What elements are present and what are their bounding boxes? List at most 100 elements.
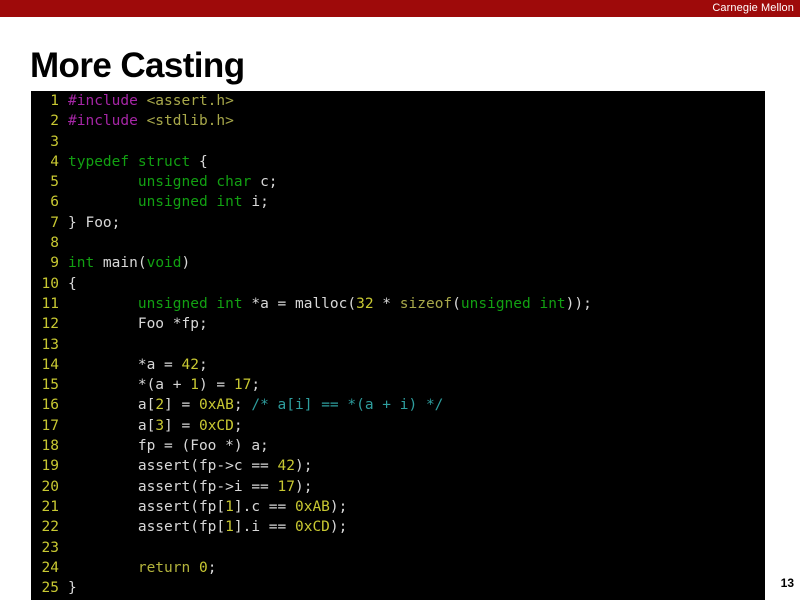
code-line: 15 *(a + 1) = 17; <box>31 375 765 395</box>
code-line: 24 return 0; <box>31 558 765 578</box>
code-token-num: 3 <box>155 417 165 434</box>
code-token-hex: 0xCD <box>198 417 234 434</box>
line-number: 4 <box>50 153 59 170</box>
code-token-hex: 0xCD <box>294 519 330 536</box>
code-line: 1 #include <assert.h> <box>31 91 765 111</box>
code-line: 7} Foo; <box>31 213 765 233</box>
code-line: 4 typedef struct { <box>31 152 765 172</box>
code-token-plain: ; <box>233 417 243 434</box>
code-line: 14 *a = 42; <box>31 355 765 375</box>
line-number: 19 <box>41 458 59 475</box>
code-token-header: <stdlib.h> <box>146 113 234 130</box>
code-line: 20 assert(fp->i == 17); <box>31 477 765 497</box>
code-line: 12 Foo *fp; <box>31 314 765 334</box>
code-line: 19 assert(fp->c == 42); <box>31 456 765 476</box>
code-token-plain: ] = <box>164 397 199 414</box>
code-line: 21 assert(fp[1].c == 0xAB); <box>31 497 765 517</box>
line-number: 24 <box>41 559 59 576</box>
code-token-hex: 0xAB <box>198 397 234 414</box>
code-token-plain: a[ <box>68 417 156 434</box>
code-token-num: 0 <box>198 559 208 576</box>
code-token-kw: int <box>68 255 95 272</box>
line-number: 8 <box>50 235 59 252</box>
code-token-plain: ] = <box>164 417 199 434</box>
code-line: 25} <box>31 578 765 598</box>
code-token-plain: ); <box>329 498 348 515</box>
code-token-kw: unsigned char <box>137 174 252 191</box>
code-token-plain: ].i == <box>233 519 295 536</box>
code-token-plain: ].c == <box>233 498 295 515</box>
code-line: 3 <box>31 132 765 152</box>
line-number: 10 <box>41 275 59 292</box>
code-token-plain: assert(fp->c == <box>68 458 278 475</box>
code-line: 22 assert(fp[1].i == 0xCD); <box>31 517 765 537</box>
line-number: 7 <box>50 214 59 231</box>
code-token-num: 2 <box>155 397 165 414</box>
code-token-plain: *a = malloc( <box>242 295 357 312</box>
line-number: 3 <box>50 133 59 150</box>
code-token-plain: } <box>68 580 77 597</box>
code-token-plain: Foo *fp; <box>68 316 208 333</box>
code-token-plain: i; <box>242 194 269 211</box>
line-number: 2 <box>50 113 59 130</box>
line-number: 12 <box>41 316 59 333</box>
code-token-num: 1 <box>225 498 234 515</box>
code-token-plain: ); <box>294 478 313 495</box>
page-title: More Casting <box>30 46 245 85</box>
code-token-return: return <box>137 559 191 576</box>
code-token-plain: ; <box>233 397 252 414</box>
code-token-num: 1 <box>190 377 199 394</box>
line-number: 16 <box>41 397 59 414</box>
code-token-plain: ( <box>452 295 461 312</box>
code-token-plain: assert(fp[ <box>68 498 226 515</box>
code-line: 10 { <box>31 274 765 294</box>
top-banner: Carnegie Mellon <box>0 0 800 17</box>
code-token-plain: a[ <box>68 397 156 414</box>
code-line: 13 <box>31 335 765 355</box>
line-number: 21 <box>41 498 59 515</box>
code-token-plain: ) <box>181 255 191 272</box>
code-token-kw: unsigned int <box>137 295 243 312</box>
code-token-pre: #include <box>68 113 147 130</box>
code-token-kw: unsigned int <box>137 194 243 211</box>
line-number: 6 <box>50 194 59 211</box>
code-line: 23 <box>31 538 765 558</box>
code-token-plain: c; <box>251 174 278 191</box>
line-number: 9 <box>50 255 59 272</box>
line-number: 5 <box>50 174 59 191</box>
code-line: 17 a[3] = 0xCD; <box>31 416 765 436</box>
code-token-plain: { <box>190 153 208 170</box>
line-number: 15 <box>41 377 59 394</box>
line-number: 25 <box>41 580 59 597</box>
code-token-plain: ; <box>251 377 261 394</box>
code-line: 8 <box>31 233 765 253</box>
code-token-num: 1 <box>225 519 234 536</box>
code-token-builtin: sizeof <box>399 295 453 312</box>
line-number: 1 <box>50 93 59 109</box>
code-token-num: 42 <box>181 356 199 373</box>
code-token-plain: *a = <box>68 356 182 373</box>
code-token-plain: ; <box>198 356 208 373</box>
code-token-header: <assert.h> <box>146 93 234 109</box>
code-listing: 1 #include <assert.h> 2 #include <stdlib.h>… <box>31 91 765 600</box>
line-number: 11 <box>41 295 59 312</box>
code-token-pre: #include <box>68 93 147 109</box>
line-number: 23 <box>41 539 59 556</box>
code-token-kw: unsigned int <box>460 295 566 312</box>
slide-number: 13 <box>780 576 794 590</box>
code-token-plain: assert(fp->i == <box>68 478 278 495</box>
code-token-plain: * <box>373 295 400 312</box>
line-number: 20 <box>41 478 59 495</box>
code-token-plain: ; <box>207 559 217 576</box>
code-token-num: 17 <box>233 377 252 394</box>
code-line: 6 unsigned int i; <box>31 192 765 212</box>
code-token-num: 17 <box>277 478 295 495</box>
code-token-plain: *(a + <box>68 377 191 394</box>
code-token-hex: 0xAB <box>294 498 330 515</box>
code-line: 9 int main(void) <box>31 253 765 273</box>
code-token-comment: /* a[i] == *(a + i) */ <box>251 397 444 414</box>
line-number: 14 <box>41 356 59 373</box>
code-line: 5 unsigned char c; <box>31 172 765 192</box>
code-token-num: 32 <box>356 295 374 312</box>
